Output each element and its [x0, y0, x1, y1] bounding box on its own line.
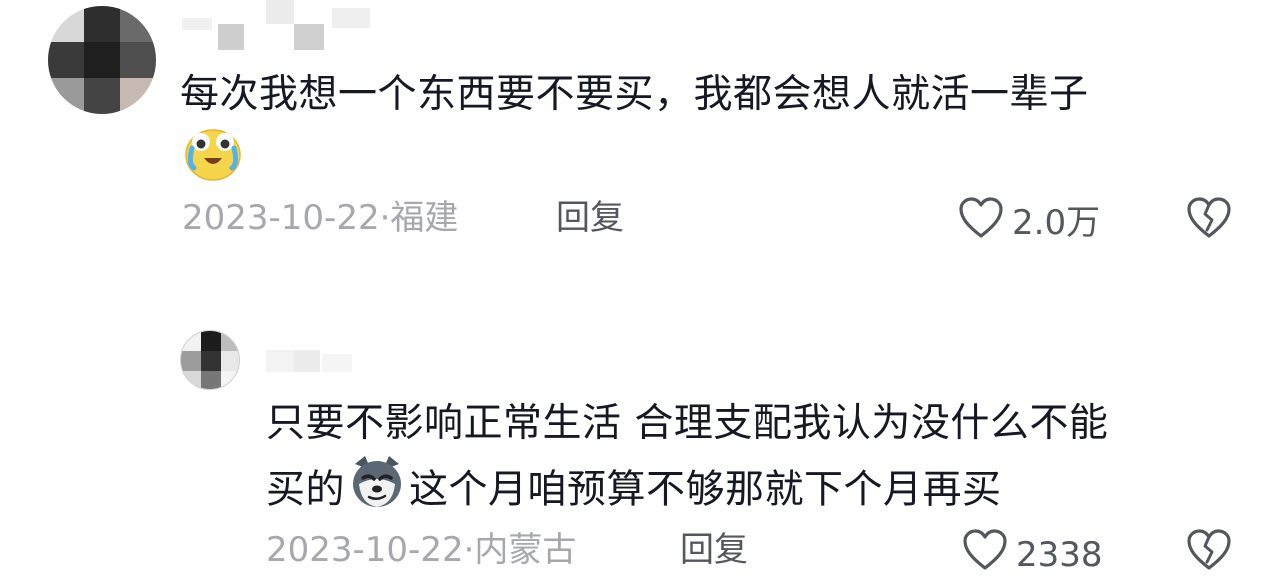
comment-meta: 2023-10-22·内蒙古 — [266, 530, 576, 570]
reply-button[interactable]: 回复 — [680, 530, 748, 570]
avatar[interactable] — [48, 6, 156, 114]
like-button[interactable]: 2.0万 — [958, 196, 1100, 249]
comment-text-segment: 这个月咱预算不够那就下个月再买 — [409, 467, 1002, 513]
heart-icon — [962, 528, 1016, 581]
dislike-button[interactable] — [1186, 528, 1232, 576]
dislike-button[interactable] — [1186, 196, 1232, 244]
crying-laughing-emoji — [184, 124, 242, 186]
like-button[interactable]: 2338 — [962, 528, 1103, 581]
comment-text-segment: 买的 — [266, 467, 346, 513]
meta-separator: · — [379, 198, 391, 238]
comment-text: 每次我想一个东西要不要买，我都会想人就活一辈子 — [180, 63, 1089, 127]
comment-location: 福建 — [390, 198, 459, 238]
comment-text-line: 每次我想一个东西要不要买，我都会想人就活一辈子 — [180, 72, 1089, 117]
broken-heart-icon — [1186, 529, 1232, 576]
like-count: 2338 — [1016, 534, 1103, 575]
smirking-dog-emoji — [349, 454, 405, 530]
reply-button[interactable]: 回复 — [556, 198, 624, 238]
comment-text: 买的 这个月咱预算不够那就下个月再买 — [266, 454, 1002, 530]
comment-date: 2023-10-22 — [266, 530, 464, 570]
avatar[interactable] — [180, 330, 240, 390]
comment-text: 只要不影响正常生活 合理支配我认为没什么不能 — [266, 392, 1108, 456]
like-count: 2.0万 — [1012, 202, 1101, 243]
username-blurred[interactable] — [266, 346, 366, 376]
username-blurred[interactable] — [182, 0, 382, 50]
comment-text-line: 只要不影响正常生活 合理支配我认为没什么不能 — [266, 401, 1109, 446]
comment-list: 每次我想一个东西要不要买，我都会想人就活一辈子 2023-10-22·福建 回复… — [0, 0, 1284, 586]
comment-meta: 2023-10-22·福建 — [182, 198, 458, 238]
heart-icon — [958, 196, 1012, 249]
broken-heart-icon — [1186, 197, 1232, 244]
meta-separator: · — [463, 530, 475, 570]
comment-date: 2023-10-22 — [182, 198, 380, 238]
comment-location: 内蒙古 — [474, 530, 577, 570]
